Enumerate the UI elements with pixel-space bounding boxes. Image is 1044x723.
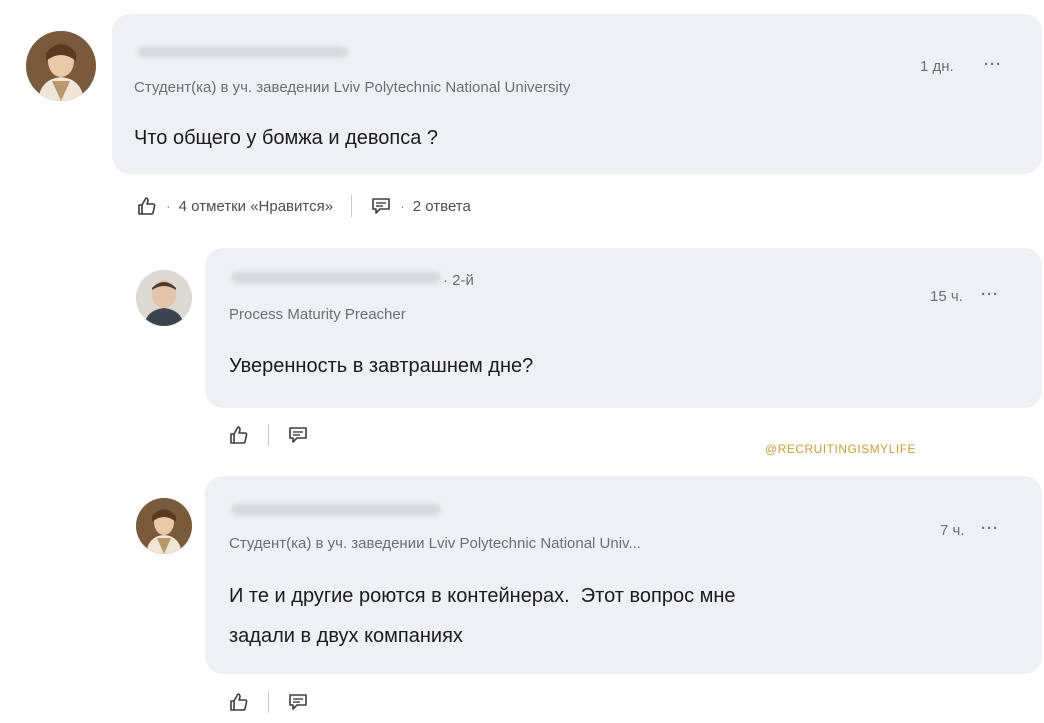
- divider: [268, 424, 269, 446]
- comment-icon[interactable]: [287, 424, 309, 446]
- divider: [268, 691, 269, 713]
- author-name[interactable]: [231, 272, 441, 284]
- author-headline: Студент(ка) в уч. заведении Lviv Polytec…: [229, 535, 641, 552]
- author-name[interactable]: [231, 504, 441, 516]
- comment-icon[interactable]: [287, 691, 309, 713]
- thumbs-up-icon[interactable]: [228, 424, 250, 446]
- avatar[interactable]: [136, 270, 192, 326]
- connection-degree: · 2-й: [443, 272, 474, 289]
- more-icon[interactable]: ···: [984, 56, 1002, 73]
- reply-text-line: задали в двух компаниях: [229, 625, 463, 647]
- likes-count[interactable]: 4 отметки «Нравится»: [179, 198, 333, 215]
- thumbs-up-icon[interactable]: [228, 691, 250, 713]
- comment-bubble: Студент(ка) в уч. заведении Lviv Polytec…: [112, 14, 1042, 174]
- watermark: @RECRUITINGISMYLIFE: [765, 442, 917, 456]
- reply-bubble: · 2-й Process Maturity Preacher 15 ч. ··…: [205, 248, 1042, 408]
- comment-text: Что общего у бомжа и девопса ?: [134, 127, 439, 149]
- author-name[interactable]: [138, 46, 348, 58]
- comment-icon[interactable]: [370, 195, 392, 217]
- avatar[interactable]: [26, 31, 96, 101]
- reply-time: 15 ч.: [930, 288, 963, 305]
- comment-actions: · 4 отметки «Нравится» · 2 ответа: [136, 194, 471, 218]
- reply-text-line: И те и другие роются в контейнерах. Этот…: [229, 585, 736, 607]
- more-icon[interactable]: ···: [981, 520, 999, 537]
- thumbs-up-icon[interactable]: [136, 195, 158, 217]
- reply-time: 7 ч.: [940, 522, 965, 539]
- reply-text: Уверенность в завтрашнем дне?: [229, 355, 534, 377]
- comment-time: 1 дн.: [920, 58, 954, 75]
- reply-actions: [228, 690, 309, 714]
- avatar[interactable]: [136, 498, 192, 554]
- divider: [351, 195, 353, 217]
- reply-actions: [228, 423, 309, 447]
- author-headline: Студент(ка) в уч. заведении Lviv Polytec…: [134, 79, 571, 96]
- more-icon[interactable]: ···: [981, 286, 999, 303]
- author-headline: Process Maturity Preacher: [229, 306, 406, 323]
- separator-dot: ·: [166, 198, 171, 214]
- reply-bubble: Студент(ка) в уч. заведении Lviv Polytec…: [205, 476, 1042, 674]
- replies-count[interactable]: 2 ответа: [413, 198, 471, 215]
- separator-dot: ·: [400, 198, 405, 214]
